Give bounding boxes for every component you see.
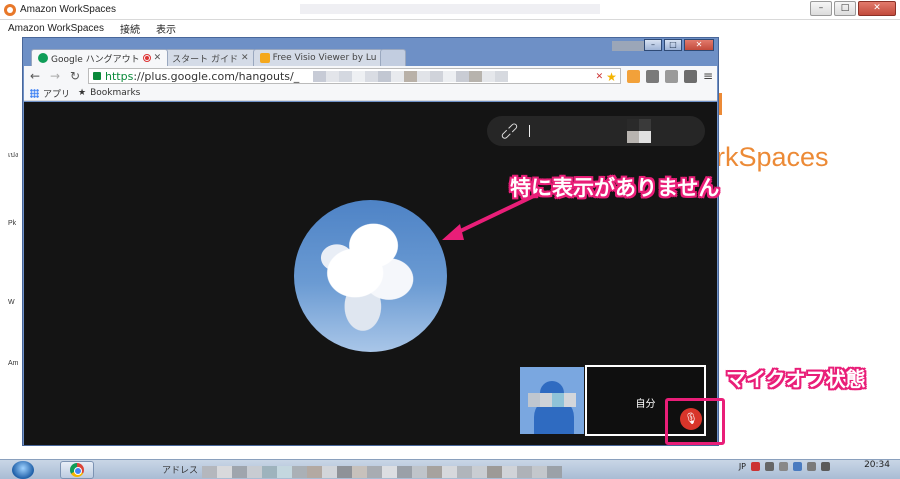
taskbar-address-label: アドレス bbox=[162, 466, 199, 476]
bookmark-star-icon[interactable]: ★ bbox=[606, 70, 617, 84]
desktop-label: W bbox=[8, 299, 15, 306]
start-button[interactable] bbox=[12, 460, 34, 479]
text-cursor bbox=[528, 125, 530, 137]
tab-label: Free Visio Viewer by Lu bbox=[272, 53, 377, 63]
extension-icon[interactable] bbox=[626, 69, 640, 83]
tab-close-icon[interactable]: ✕ bbox=[154, 53, 162, 63]
minimize-button[interactable]: – bbox=[810, 1, 832, 16]
self-camera-thumbnail[interactable] bbox=[520, 367, 584, 434]
omnibox-actions: ✕ ★ bbox=[596, 70, 617, 84]
brand-text: rkSpaces bbox=[716, 142, 829, 172]
address-bar[interactable]: https://plus.google.com/hangouts/_ ✕ ★ bbox=[88, 68, 621, 84]
chrome-minimize-button[interactable]: – bbox=[644, 39, 662, 51]
taskbar-chrome-button[interactable] bbox=[60, 460, 94, 479]
tray-icon[interactable] bbox=[821, 462, 830, 471]
chrome-icon bbox=[70, 462, 84, 477]
tray-icon[interactable] bbox=[807, 462, 816, 471]
tab-hangouts[interactable]: Google ハングアウト ✕ bbox=[31, 49, 169, 66]
tab-start-guide[interactable]: スタート ガイド ✕ bbox=[53, 49, 256, 96]
lock-icon bbox=[93, 72, 101, 80]
tab-label: スタート ガイド bbox=[172, 54, 239, 65]
annotation-mic-off: マイクオフ状態 bbox=[726, 367, 866, 391]
apps-grid-icon bbox=[30, 88, 39, 98]
tray-icon[interactable] bbox=[765, 462, 774, 471]
workspaces-window-controls: – □ ✕ bbox=[810, 1, 896, 16]
reload-icon[interactable]: ↻ bbox=[68, 69, 82, 83]
redacted-face bbox=[528, 393, 576, 407]
close-button[interactable]: ✕ bbox=[858, 1, 896, 16]
menu-item-workspaces[interactable]: Amazon WorkSpaces bbox=[8, 23, 104, 34]
recording-icon bbox=[142, 54, 151, 62]
redacted-link bbox=[627, 119, 651, 143]
bookmark-apps[interactable]: アプリ bbox=[43, 87, 70, 100]
redacted-taskbar bbox=[202, 466, 562, 478]
visio-icon bbox=[259, 53, 270, 63]
bookmark-folder[interactable]: Bookmarks bbox=[90, 88, 140, 98]
workspaces-title: Amazon WorkSpaces bbox=[20, 4, 116, 15]
url-scheme: https bbox=[105, 69, 134, 83]
extension-icon[interactable] bbox=[645, 69, 659, 83]
workspaces-app-icon bbox=[4, 3, 16, 16]
menu-item-view[interactable]: 表示 bbox=[156, 21, 176, 36]
tab-label: Google ハングアウト bbox=[51, 54, 140, 65]
back-icon[interactable]: ← bbox=[28, 69, 42, 83]
maximize-button[interactable]: □ bbox=[834, 1, 856, 16]
blocked-popup-icon[interactable]: ✕ bbox=[596, 72, 604, 82]
workspaces-menubar: Amazon WorkSpaces 接続 表示 bbox=[0, 20, 900, 37]
chrome-toolbar: ← → ↻ https://plus.google.com/hangouts/_… bbox=[24, 66, 717, 86]
participant-avatar bbox=[294, 200, 447, 352]
url-path: ://plus.google.com/hangouts/_ bbox=[133, 69, 300, 83]
redacted-profile bbox=[612, 41, 648, 51]
desktop-label: Pk bbox=[8, 220, 17, 227]
new-tab-button[interactable] bbox=[380, 49, 407, 66]
link-icon: ⊂⊃ bbox=[496, 117, 523, 145]
chrome-menu-icon[interactable]: ≡ bbox=[703, 69, 713, 83]
tray-icon[interactable] bbox=[779, 462, 788, 471]
mic-off-icon[interactable]: 🎙 bbox=[680, 408, 702, 430]
forward-icon[interactable]: → bbox=[48, 69, 62, 83]
redacted-title bbox=[300, 4, 600, 14]
extension-icon[interactable] bbox=[683, 69, 697, 83]
redacted-url bbox=[313, 70, 509, 82]
system-tray: JP bbox=[739, 462, 830, 471]
tray-icon[interactable] bbox=[751, 462, 760, 471]
chrome-maximize-button[interactable]: □ bbox=[664, 39, 682, 51]
taskbar-clock[interactable]: 20:34 bbox=[864, 460, 890, 470]
tab-strip: Google ハングアウト ✕ スタート ガイド ✕ Free Visio Vi… bbox=[31, 49, 407, 96]
tab-visio-viewer[interactable]: Free Visio Viewer by Lu bbox=[252, 49, 384, 66]
invite-link-field[interactable]: ⊂⊃ bbox=[487, 116, 705, 146]
desktop-label: Am bbox=[8, 360, 19, 367]
extension-icon[interactable] bbox=[664, 69, 678, 83]
chrome-close-button[interactable]: ✕ bbox=[684, 39, 714, 51]
desktop-label: เปง bbox=[8, 152, 19, 159]
bookmarks-star-icon: ★ bbox=[78, 88, 87, 98]
clock-time: 20:34 bbox=[864, 460, 890, 470]
tray-icon[interactable] bbox=[793, 462, 802, 471]
ime-indicator[interactable]: JP bbox=[739, 462, 746, 471]
bookmarks-bar: アプリ ★ Bookmarks bbox=[24, 86, 717, 101]
chrome-window-controls: – □ ✕ bbox=[644, 39, 714, 51]
menu-item-connect[interactable]: 接続 bbox=[120, 21, 140, 36]
hangouts-icon bbox=[38, 53, 48, 63]
workspaces-titlebar: Amazon WorkSpaces – □ ✕ bbox=[0, 0, 900, 20]
tab-close-icon[interactable]: ✕ bbox=[241, 53, 249, 63]
annotation-arrow bbox=[442, 192, 540, 240]
